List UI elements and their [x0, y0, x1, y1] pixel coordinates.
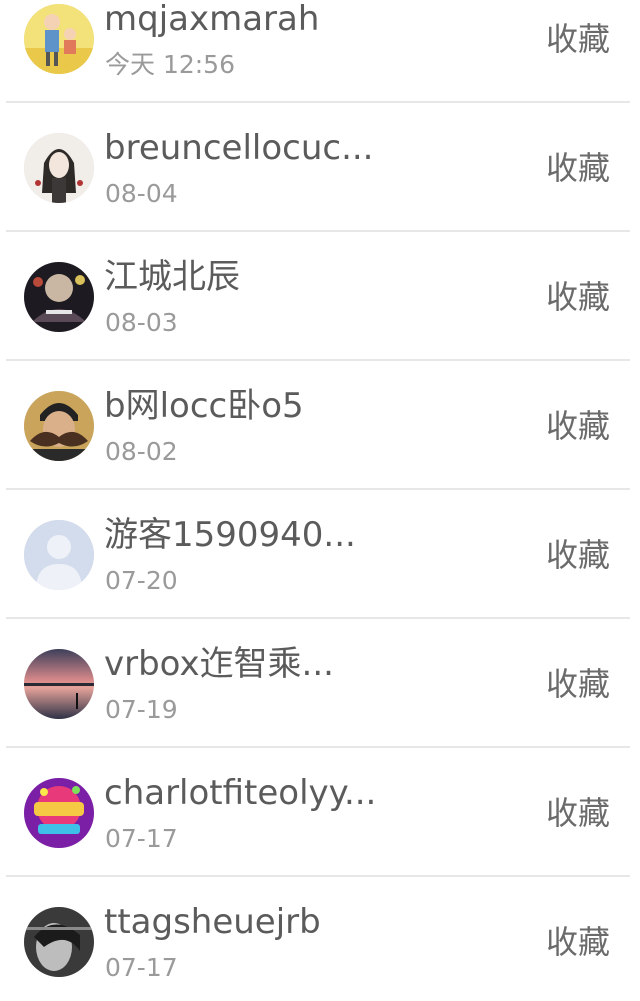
colorful-logo-icon — [24, 778, 94, 848]
avatar[interactable] — [24, 4, 94, 74]
divider — [6, 746, 630, 748]
list-item[interactable]: ttagsheuejrb 07-17 收藏 — [0, 878, 640, 1001]
favorite-button[interactable]: 收藏 — [546, 277, 610, 317]
divider — [6, 230, 630, 232]
avatar[interactable] — [24, 391, 94, 461]
favorite-button[interactable]: 收藏 — [546, 148, 610, 188]
favorite-button[interactable]: 收藏 — [546, 793, 610, 833]
dark-crowd-icon — [24, 262, 94, 332]
cartoon-couple-icon — [24, 4, 94, 74]
bw-portrait-icon — [24, 907, 94, 977]
avatar[interactable] — [24, 778, 94, 848]
timestamp: 08-02 — [105, 437, 178, 466]
avatar[interactable] — [24, 907, 94, 977]
timestamp: 今天 12:56 — [105, 50, 235, 79]
mustache-man-icon — [24, 391, 94, 461]
favorite-button[interactable]: 收藏 — [546, 19, 610, 59]
list-item[interactable]: mqjaxmarah 今天 12:56 收藏 — [0, 0, 640, 103]
avatar[interactable] — [24, 262, 94, 332]
timestamp: 08-03 — [105, 308, 178, 337]
divider — [6, 875, 630, 877]
divider — [6, 617, 630, 619]
list-item[interactable]: breuncellocuc... 08-04 收藏 — [0, 104, 640, 232]
avatar[interactable] — [24, 649, 94, 719]
user-name: vrbox迮智乘... — [104, 644, 334, 684]
avatar[interactable] — [24, 133, 94, 203]
user-name: mqjaxmarah — [104, 0, 320, 39]
list-item[interactable]: charlotfiteolyy... 07-17 收藏 — [0, 749, 640, 877]
user-name: breuncellocuc... — [104, 128, 374, 168]
avatar[interactable] — [24, 520, 94, 590]
timestamp: 07-17 — [105, 824, 178, 853]
list-item[interactable]: 游客1590940... 07-20 收藏 — [0, 491, 640, 619]
woman-illustration-icon — [24, 133, 94, 203]
timestamp: 08-04 — [105, 179, 178, 208]
list-item[interactable]: vrbox迮智乘... 07-19 收藏 — [0, 620, 640, 748]
favorite-button[interactable]: 收藏 — [546, 664, 610, 704]
favorite-button[interactable]: 收藏 — [546, 922, 610, 962]
user-name: charlotfiteolyy... — [104, 773, 377, 813]
list-item[interactable]: 江城北辰 08-03 收藏 — [0, 233, 640, 361]
timestamp: 07-19 — [105, 695, 178, 724]
default-user-icon — [24, 520, 94, 590]
divider — [6, 359, 630, 361]
sunset-lake-icon — [24, 649, 94, 719]
follower-list: mqjaxmarah 今天 12:56 收藏 breuncellocuc... … — [0, 0, 640, 1001]
favorite-button[interactable]: 收藏 — [546, 406, 610, 446]
divider — [6, 488, 630, 490]
user-name: b网locc卧o5 — [104, 386, 304, 426]
favorite-button[interactable]: 收藏 — [546, 535, 610, 575]
timestamp: 07-17 — [105, 953, 178, 982]
user-name: 江城北辰 — [104, 257, 240, 297]
divider — [6, 101, 630, 103]
user-name: 游客1590940... — [104, 515, 356, 555]
user-name: ttagsheuejrb — [104, 902, 321, 942]
timestamp: 07-20 — [105, 566, 178, 595]
list-item[interactable]: b网locc卧o5 08-02 收藏 — [0, 362, 640, 490]
